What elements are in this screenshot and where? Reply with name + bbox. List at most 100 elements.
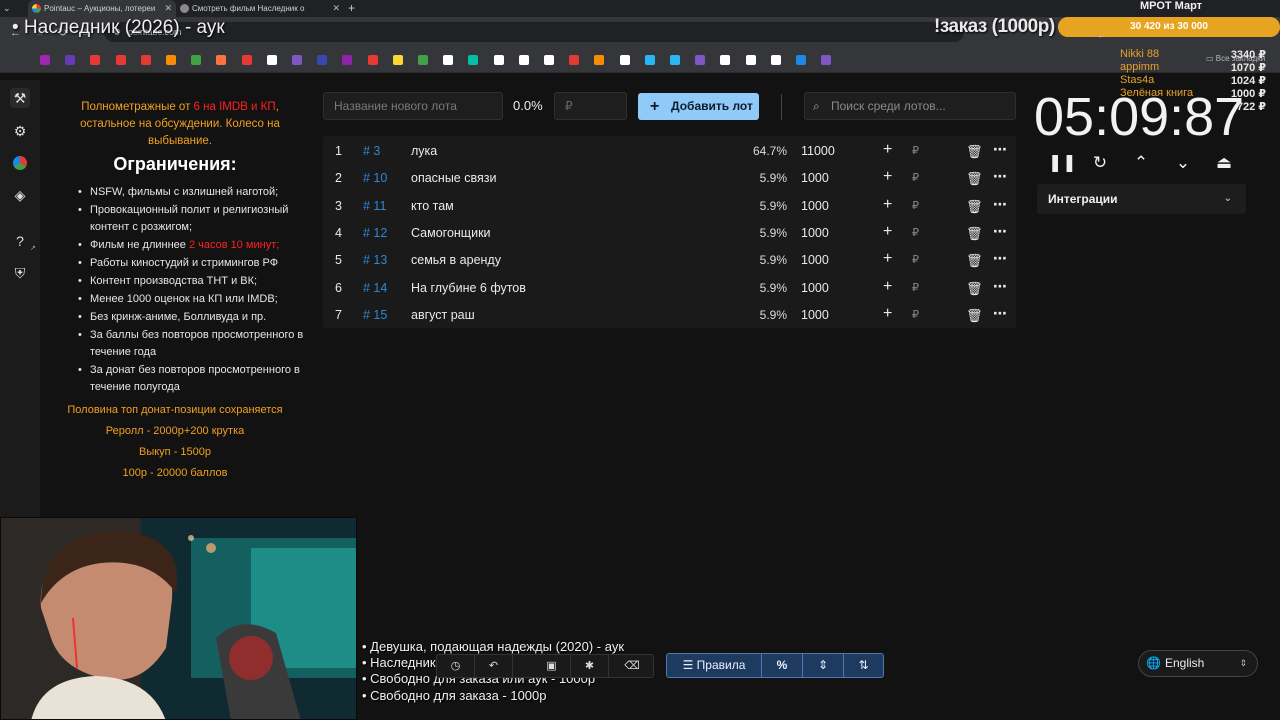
- lot-amount[interactable]: 1000: [801, 199, 829, 213]
- bug-icon[interactable]: ✱: [571, 655, 609, 677]
- url-field[interactable]: ⚙ pointauc.com: [104, 22, 964, 42]
- lot-row[interactable]: 2 # 10 опасные связи 5.9% 1000 ₽ + 🗑 ⋯: [323, 164, 1016, 191]
- more-icon[interactable]: ⋯: [993, 305, 1007, 322]
- lot-row[interactable]: 1 # 3 лука 64.7% 11000 ₽ + 🗑 ⋯: [323, 137, 1016, 164]
- lot-row[interactable]: 6 # 14 На глубине 6 футов 5.9% 1000 ₽ + 🗑 ⋯: [323, 274, 1016, 301]
- bookmark-favicon-icon[interactable]: [544, 55, 554, 65]
- delete-icon[interactable]: 🗑: [966, 226, 983, 242]
- more-icon[interactable]: ⋯: [993, 141, 1007, 158]
- bookmark-favicon-icon[interactable]: [569, 55, 580, 65]
- close-icon[interactable]: ✕: [164, 0, 172, 17]
- delete-icon[interactable]: 🗑: [966, 281, 983, 297]
- delete-icon[interactable]: 🗑: [966, 308, 983, 324]
- lot-amount-input[interactable]: ₽: [554, 92, 627, 120]
- shield-check-icon[interactable]: ⛨: [10, 263, 30, 283]
- add-amount-icon[interactable]: +: [883, 250, 892, 268]
- close-icon[interactable]: ✕: [332, 0, 340, 17]
- bookmark-favicon-icon[interactable]: [770, 55, 781, 65]
- add-amount-icon[interactable]: +: [883, 223, 892, 241]
- bookmark-favicon-icon[interactable]: [292, 55, 302, 65]
- lot-name[interactable]: лука: [411, 144, 437, 158]
- auction-hammer-icon[interactable]: ⚒: [10, 88, 30, 108]
- bookmark-favicon-icon[interactable]: [40, 55, 50, 65]
- lot-name[interactable]: кто там: [411, 199, 454, 213]
- double-chevron-up-icon[interactable]: ⏏: [1213, 152, 1235, 174]
- layers-icon[interactable]: ◈: [10, 185, 30, 205]
- lot-name[interactable]: Самогонщики: [411, 226, 491, 240]
- bookmark-favicon-icon[interactable]: [518, 55, 529, 65]
- bookmark-favicon-icon[interactable]: [670, 55, 680, 65]
- tab-pointauc[interactable]: Pointauc – Аукционы, лотереи ✕: [28, 0, 176, 17]
- lot-row[interactable]: 4 # 12 Самогонщики 5.9% 1000 ₽ + 🗑 ⋯: [323, 219, 1016, 246]
- bookmark-favicon-icon[interactable]: [367, 55, 378, 65]
- save-icon[interactable]: ▣: [533, 655, 571, 677]
- lot-amount[interactable]: 11000: [801, 144, 835, 158]
- bookmark-favicon-icon[interactable]: [418, 55, 428, 65]
- lot-name[interactable]: опасные связи: [411, 171, 496, 185]
- percent-icon[interactable]: %: [762, 654, 803, 677]
- history-icon[interactable]: ◷: [437, 655, 475, 677]
- reset-icon[interactable]: ↻: [1089, 152, 1111, 174]
- more-icon[interactable]: ⋯: [993, 168, 1007, 185]
- more-icon[interactable]: ⋯: [993, 278, 1007, 295]
- bookmark-favicon-icon[interactable]: [191, 55, 202, 65]
- add-lot-button[interactable]: + Добавить лот: [638, 93, 759, 120]
- integrations-accordion[interactable]: Интеграции ⌄: [1037, 184, 1246, 214]
- bookmark-favicon-icon[interactable]: [594, 55, 605, 65]
- compress-icon[interactable]: ⇕: [803, 654, 844, 677]
- bookmark-favicon-icon[interactable]: [90, 55, 101, 65]
- bookmark-favicon-icon[interactable]: [443, 55, 454, 65]
- clear-icon[interactable]: ⌫: [613, 655, 651, 677]
- language-select[interactable]: 🌐 English ⇕: [1138, 650, 1258, 677]
- lot-amount[interactable]: 1000: [801, 281, 829, 295]
- lot-search-input[interactable]: ⌕ Поиск среди лотов...: [804, 92, 1016, 120]
- bookmark-favicon-icon[interactable]: [644, 55, 655, 65]
- lot-amount[interactable]: 1000: [801, 226, 829, 240]
- bookmark-favicon-icon[interactable]: [342, 55, 353, 65]
- new-tab-icon[interactable]: +: [348, 1, 355, 15]
- more-icon[interactable]: ⋯: [993, 250, 1007, 267]
- lot-name[interactable]: семья в аренду: [411, 253, 501, 267]
- add-amount-icon[interactable]: +: [883, 141, 892, 159]
- bookmark-favicon-icon[interactable]: [140, 55, 151, 65]
- rules-button[interactable]: ☰ Правила: [667, 654, 762, 677]
- add-amount-icon[interactable]: +: [883, 168, 892, 186]
- bookmark-favicon-icon[interactable]: [745, 55, 756, 65]
- lot-row[interactable]: 7 # 15 август раш 5.9% 1000 ₽ + 🗑 ⋯: [323, 301, 1016, 328]
- chevron-down-icon[interactable]: ⌄: [1172, 152, 1194, 174]
- add-amount-icon[interactable]: +: [883, 196, 892, 214]
- tab-movie[interactable]: Смотреть фильм Наследник о ✕: [176, 0, 344, 17]
- bookmark-favicon-icon[interactable]: [241, 55, 252, 65]
- delete-icon[interactable]: 🗑: [966, 144, 983, 160]
- bookmark-favicon-icon[interactable]: [392, 55, 403, 65]
- new-lot-name-input[interactable]: Название нового лота: [323, 92, 503, 120]
- bookmark-favicon-icon[interactable]: [65, 55, 76, 65]
- bookmark-favicon-icon[interactable]: [317, 55, 328, 65]
- add-amount-icon[interactable]: +: [883, 278, 892, 296]
- bookmark-favicon-icon[interactable]: [821, 55, 832, 65]
- lot-name[interactable]: На глубине 6 футов: [411, 281, 526, 295]
- pause-icon[interactable]: ❚❚: [1048, 152, 1077, 174]
- wheel-pie-icon[interactable]: [10, 153, 30, 173]
- lot-name[interactable]: август раш: [411, 308, 475, 322]
- more-icon[interactable]: ⋯: [993, 196, 1007, 213]
- bookmark-favicon-icon[interactable]: [720, 55, 731, 65]
- bookmark-favicon-icon[interactable]: [619, 55, 630, 65]
- lot-row[interactable]: 3 # 11 кто там 5.9% 1000 ₽ + 🗑 ⋯: [323, 192, 1016, 219]
- lot-amount[interactable]: 1000: [801, 308, 829, 322]
- bookmark-favicon-icon[interactable]: [493, 55, 504, 65]
- chevron-up-icon[interactable]: ⌃: [1130, 152, 1152, 174]
- bookmark-favicon-icon[interactable]: [266, 55, 277, 65]
- tab-list-icon[interactable]: ⌄: [3, 3, 11, 14]
- bookmark-favicon-icon[interactable]: [166, 55, 176, 65]
- lot-amount[interactable]: 1000: [801, 253, 829, 267]
- undo-icon[interactable]: ↶: [475, 655, 513, 677]
- more-icon[interactable]: ⋯: [993, 223, 1007, 240]
- bookmark-favicon-icon[interactable]: [796, 55, 806, 65]
- lot-amount[interactable]: 1000: [801, 171, 829, 185]
- bookmark-favicon-icon[interactable]: [468, 55, 479, 65]
- lot-row[interactable]: 5 # 13 семья в аренду 5.9% 1000 ₽ + 🗑 ⋯: [323, 246, 1016, 273]
- bookmark-favicon-icon[interactable]: [115, 55, 126, 65]
- delete-icon[interactable]: 🗑: [966, 171, 983, 187]
- add-amount-icon[interactable]: +: [883, 305, 892, 323]
